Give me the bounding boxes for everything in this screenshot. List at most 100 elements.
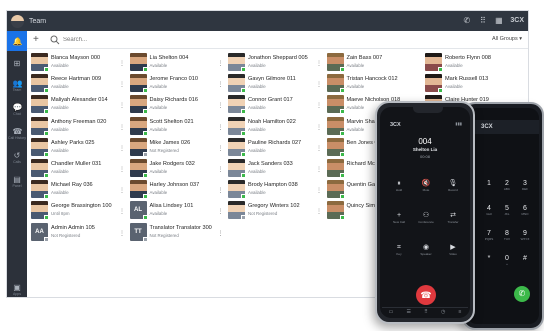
- contact-card[interactable]: Ashley Parks 025 Available ⋮: [31, 137, 127, 158]
- mute-button[interactable]: 🔇 Mute: [414, 179, 438, 192]
- record-button[interactable]: 🎙 Record: [441, 179, 465, 192]
- search-input[interactable]: [63, 36, 263, 43]
- dial-key[interactable]: 8 TUV: [499, 230, 515, 241]
- contact-card[interactable]: AL Alisa Lindsey 101 Available ⋮: [129, 201, 226, 221]
- conference-button[interactable]: ⚇ Conference: [414, 211, 438, 224]
- phone-icon[interactable]: ✆: [462, 16, 471, 25]
- hang-up-button[interactable]: ☎: [416, 285, 436, 305]
- contact-card[interactable]: Connor Grant 017 Available ⋮: [228, 95, 324, 115]
- user-avatar[interactable]: [11, 14, 24, 28]
- contact-card[interactable]: TT Translator Translator 300 Not Registere…: [129, 222, 226, 243]
- more-options-icon[interactable]: ⋮: [316, 166, 322, 173]
- contact-card[interactable]: Jack Sanders 033 Available ⋮: [228, 159, 324, 179]
- more-options-icon[interactable]: ⋮: [218, 187, 224, 194]
- contact-card[interactable]: Anthony Freeman 020 Available ⋮: [31, 116, 127, 137]
- more-options-icon[interactable]: ⋮: [119, 208, 125, 215]
- more-options-icon[interactable]: ⋮: [218, 230, 224, 237]
- contact-card[interactable]: Pauline Richards 027 Available ⋮: [228, 137, 324, 158]
- more-options-icon[interactable]: ⋮: [218, 145, 224, 152]
- contact-card[interactable]: Mark Russell 013 Available: [425, 74, 521, 94]
- more-options-icon[interactable]: ⋮: [218, 208, 224, 215]
- contact-card[interactable]: Blanca Mayson 000 Available ⋮: [31, 53, 127, 73]
- more-options-icon[interactable]: ⋮: [119, 102, 125, 109]
- dial-key[interactable]: 7 PQRS: [481, 230, 497, 241]
- contact-card[interactable]: Jerome Franco 010 Available ⋮: [129, 74, 226, 94]
- more-options-icon[interactable]: ⋮: [218, 81, 224, 88]
- new-call-button[interactable]: + New Call: [387, 211, 411, 224]
- transfer-button[interactable]: ⇄ Transfer: [441, 211, 465, 224]
- nav-menu-icon[interactable]: ≡: [458, 309, 461, 315]
- more-options-icon[interactable]: ⋮: [119, 145, 125, 152]
- nav-dialer-icon[interactable]: ⠿: [424, 309, 428, 315]
- contact-card[interactable]: Maliyah Alexander 014 Available ⋮: [31, 95, 127, 115]
- nav-history-icon[interactable]: ◷: [441, 309, 445, 315]
- call-button[interactable]: ✆: [514, 286, 530, 302]
- more-options-icon[interactable]: ⋮: [316, 81, 322, 88]
- contact-card[interactable]: Chandler Muller 031 Available ⋮: [31, 159, 127, 179]
- rail-item-team[interactable]: 👥 Team: [7, 75, 27, 95]
- dial-key[interactable]: 1: [481, 180, 497, 187]
- more-options-icon[interactable]: ⋮: [316, 208, 322, 215]
- control-label: Video: [449, 252, 457, 256]
- contact-card[interactable]: Harley Johnson 037 Available ⋮: [129, 180, 226, 200]
- more-options-icon[interactable]: ⋮: [218, 124, 224, 131]
- more-options-icon[interactable]: ⋮: [316, 145, 322, 152]
- contact-card[interactable]: Brody Hampton 038 Available ⋮: [228, 180, 324, 200]
- more-options-icon[interactable]: ⋮: [316, 124, 322, 131]
- dial-key[interactable]: 2 ABC: [499, 180, 515, 191]
- dial-key[interactable]: 0 +: [499, 255, 515, 266]
- dial-key[interactable]: 4 GHI: [481, 205, 497, 216]
- contact-card[interactable]: Zain Bass 007 Available: [326, 53, 423, 73]
- dial-key[interactable]: 9 WXYZ: [517, 230, 533, 241]
- speaker-button[interactable]: ◉ Speaker: [414, 243, 438, 256]
- hold-button[interactable]: ⏸ Hold: [387, 179, 411, 192]
- rail-item-bell[interactable]: 🔔: [7, 31, 27, 51]
- more-options-icon[interactable]: ⋮: [316, 102, 322, 109]
- contact-card[interactable]: Roberto Flynn 008 Available: [425, 53, 521, 73]
- rail-item-windows[interactable]: ⊞: [7, 53, 27, 73]
- contact-card[interactable]: Jake Rodgers 032 Available ⋮: [129, 159, 226, 179]
- keypad-button[interactable]: ⌗ Key: [387, 243, 411, 256]
- contact-card[interactable]: Reece Hartman 009 Available ⋮: [31, 74, 127, 94]
- more-options-icon[interactable]: ⋮: [316, 60, 322, 67]
- dial-key[interactable]: #: [517, 255, 533, 262]
- contact-card[interactable]: AA Admin Admin 105 Not Registered ⋮: [31, 222, 127, 243]
- rail-item-call-history[interactable]: ☎ Call History: [7, 123, 27, 143]
- more-options-icon[interactable]: ⋮: [119, 124, 125, 131]
- more-options-icon[interactable]: ⋮: [218, 102, 224, 109]
- contact-card[interactable]: George Brassington 100 Until 8pm ⋮: [31, 201, 127, 221]
- nav-chat-icon[interactable]: ▭: [389, 309, 394, 315]
- nav-contacts-icon[interactable]: ☰: [406, 309, 410, 315]
- contact-card[interactable]: Mike James 026 Not Registered ⋮: [129, 137, 226, 158]
- rail-item-calls[interactable]: ↺ Calls: [7, 147, 27, 167]
- group-filter-dropdown[interactable]: All Groups ▾: [492, 36, 522, 42]
- dial-key[interactable]: 6 MNO: [517, 205, 533, 216]
- more-options-icon[interactable]: ⋮: [119, 187, 125, 194]
- dial-key[interactable]: *: [481, 255, 497, 262]
- add-icon[interactable]: +: [33, 34, 43, 45]
- contact-card[interactable]: Jonathon Sheppard 005 Available ⋮: [228, 53, 324, 73]
- more-options-icon[interactable]: ⋮: [218, 60, 224, 67]
- more-options-icon[interactable]: ⋮: [218, 166, 224, 173]
- contact-card[interactable]: Daisy Richards 016 Available ⋮: [129, 95, 226, 115]
- contact-card[interactable]: Lia Shelton 004 Available ⋮: [129, 53, 226, 73]
- dial-key[interactable]: 3 DEF: [517, 180, 533, 191]
- rail-item-panel[interactable]: ▤ Panel: [7, 171, 27, 191]
- more-options-icon[interactable]: ⋮: [119, 81, 125, 88]
- more-options-icon[interactable]: ⋮: [119, 60, 125, 67]
- rail-item-apps[interactable]: ▣ Apps: [7, 279, 27, 297]
- voicemail-icon[interactable]: ▦: [494, 16, 503, 25]
- contact-card[interactable]: Gregory Winters 102 Not Registered ⋮: [228, 201, 324, 221]
- contact-card[interactable]: Tristan Hancock 012 Available: [326, 74, 423, 94]
- more-options-icon[interactable]: ⋮: [119, 230, 125, 237]
- rail-item-chat[interactable]: 💬 Chat: [7, 99, 27, 119]
- contact-card[interactable]: Michael Ray 036 Available ⋮: [31, 180, 127, 200]
- contact-card[interactable]: Scott Shelton 021 Available ⋮: [129, 116, 226, 137]
- more-options-icon[interactable]: ⋮: [316, 187, 322, 194]
- dialpad-icon[interactable]: ⠿: [478, 16, 487, 25]
- contact-card[interactable]: Gavyn Gilmore 011 Available ⋮: [228, 74, 324, 94]
- more-options-icon[interactable]: ⋮: [119, 166, 125, 173]
- dial-key[interactable]: 5 JKL: [499, 205, 515, 216]
- contact-card[interactable]: Noah Hamilton 022 Available ⋮: [228, 116, 324, 137]
- video-button[interactable]: ▶ Video: [441, 243, 465, 256]
